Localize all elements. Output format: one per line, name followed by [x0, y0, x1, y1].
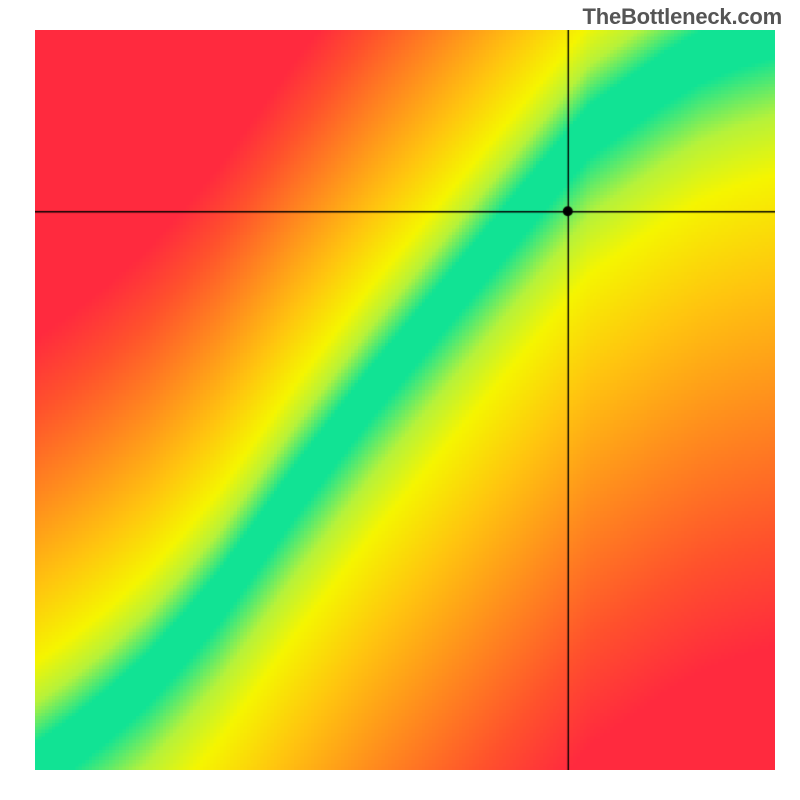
chart-container: TheBottleneck.com	[0, 0, 800, 800]
watermark-label: TheBottleneck.com	[582, 4, 782, 30]
overlay-canvas	[35, 30, 775, 770]
